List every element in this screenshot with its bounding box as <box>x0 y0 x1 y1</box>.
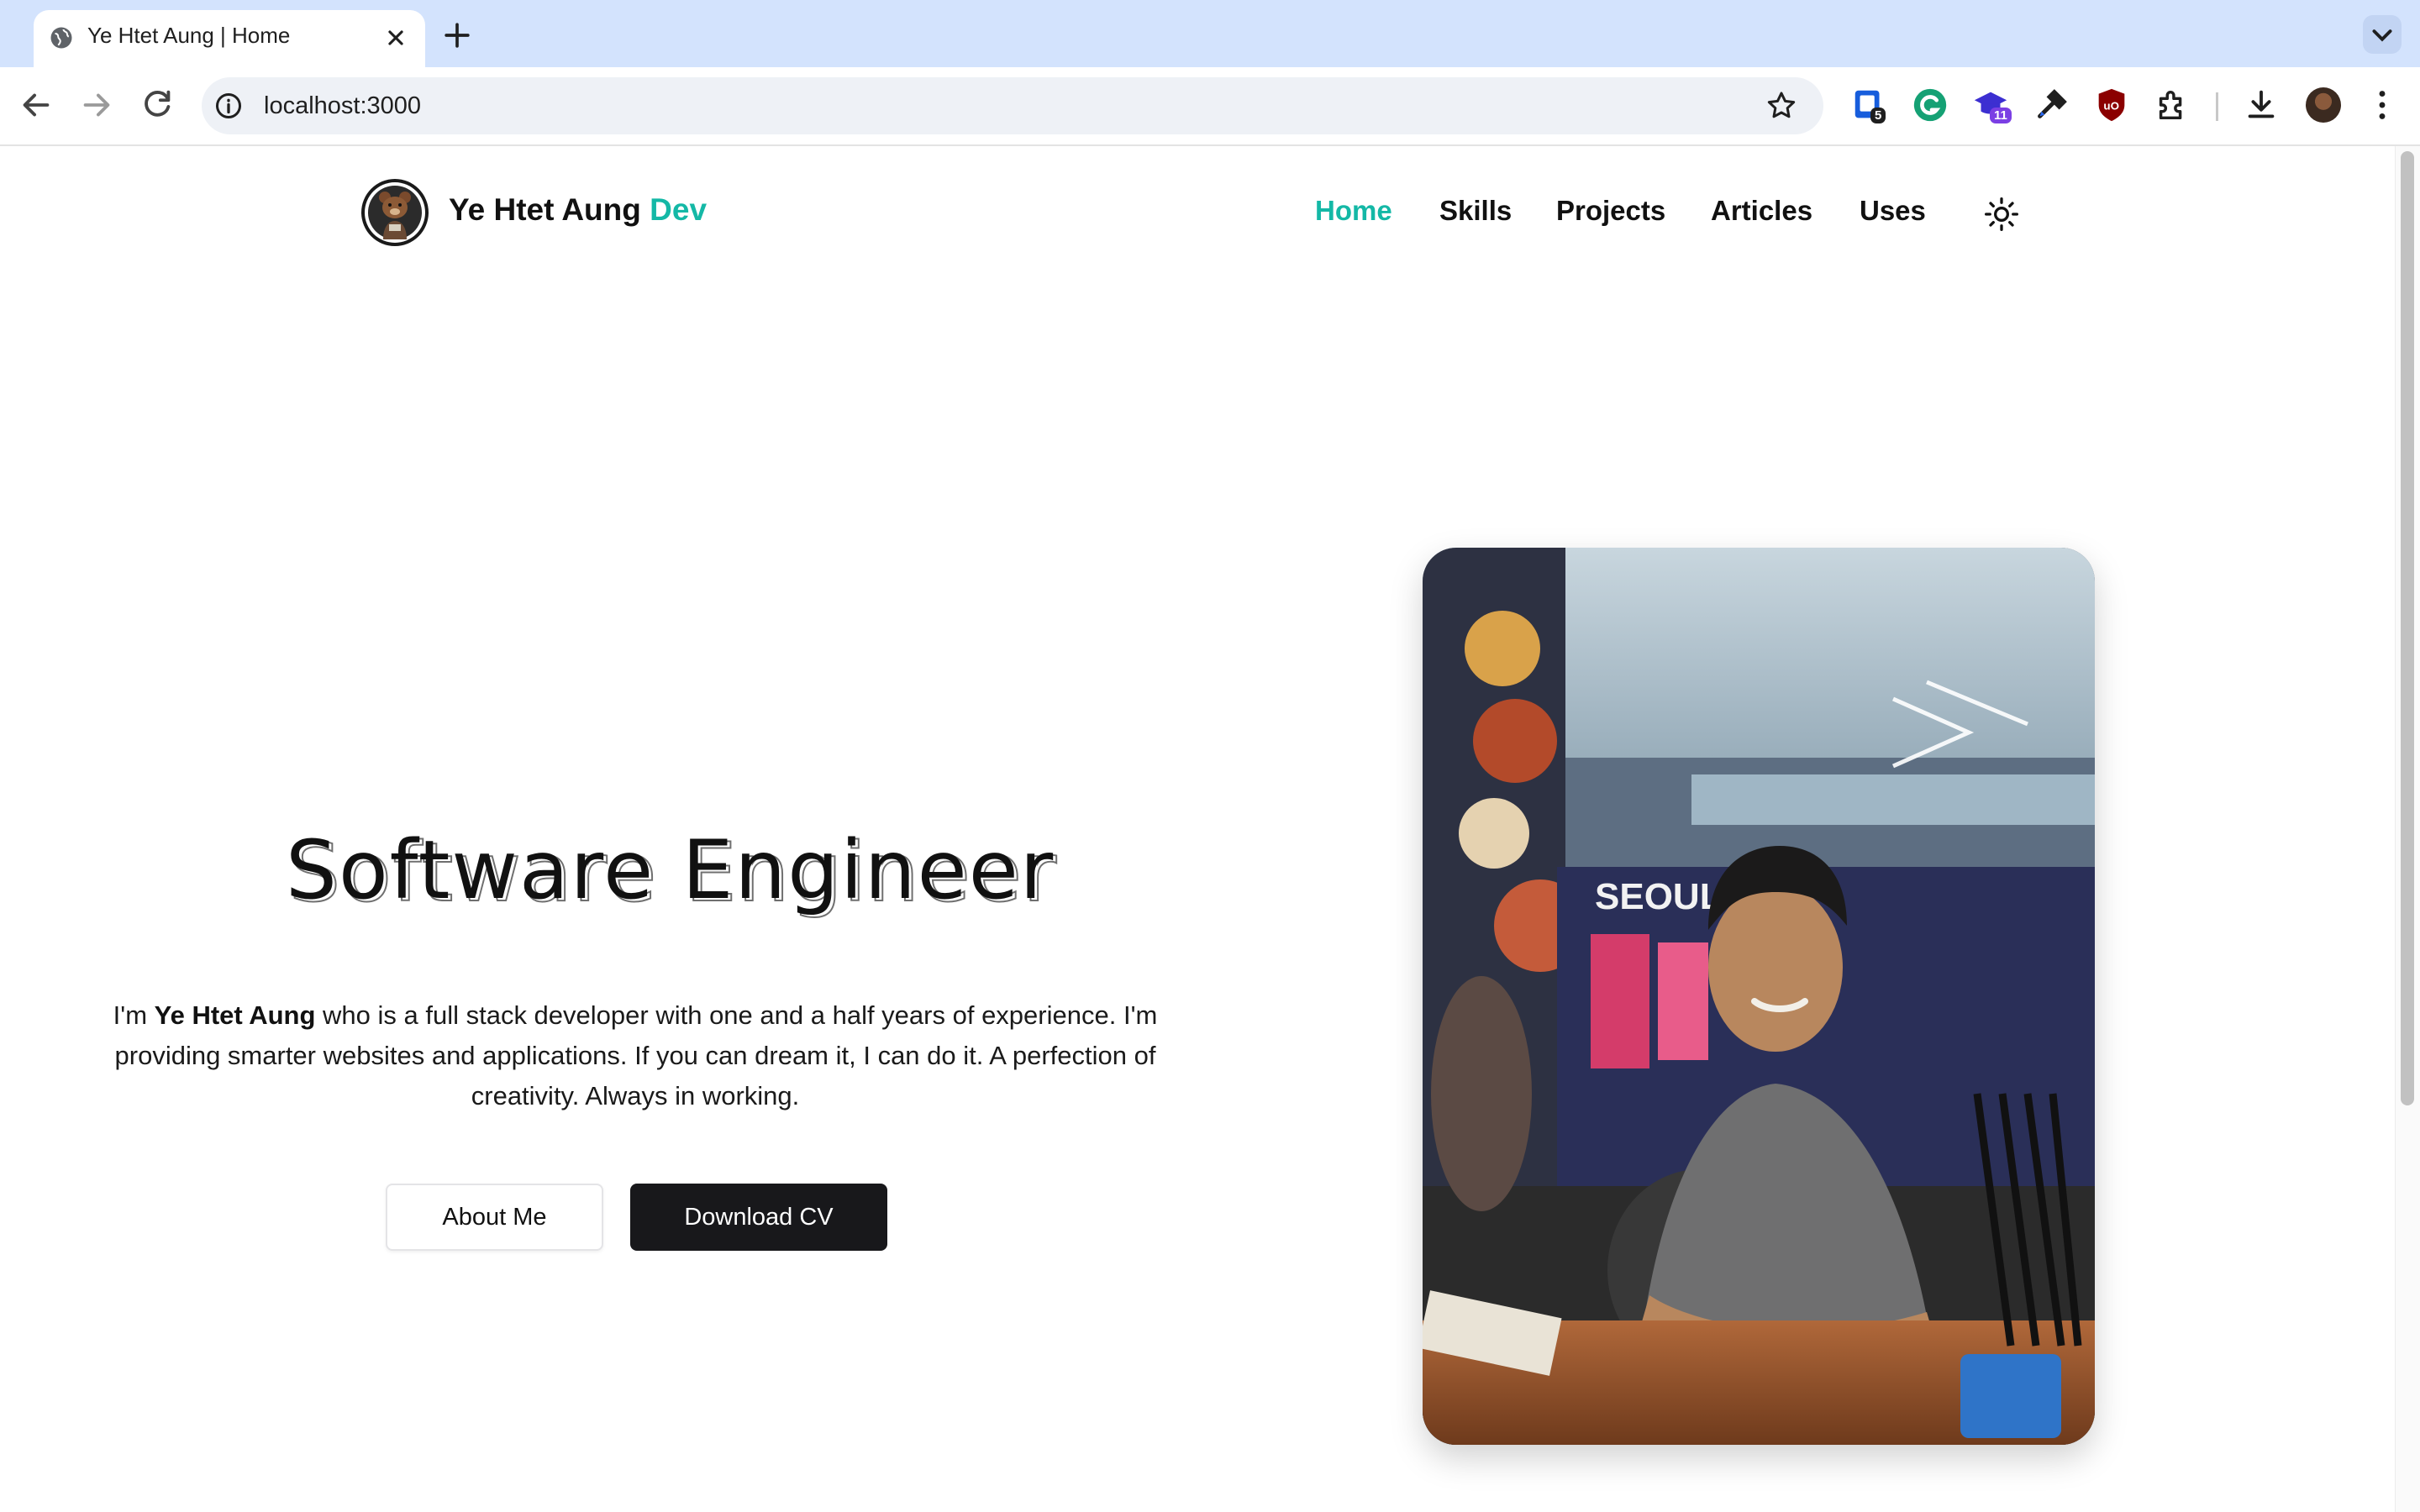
about-me-button[interactable]: About Me <box>386 1184 603 1251</box>
grammarly-icon[interactable] <box>1911 86 1949 124</box>
close-icon[interactable] <box>381 24 410 52</box>
forward-icon[interactable] <box>77 86 116 124</box>
scrollbar-thumb[interactable] <box>2401 151 2414 1105</box>
back-icon[interactable] <box>17 86 55 124</box>
profile-photo: SEOUL <box>1423 548 2095 1445</box>
brand-name-text: Ye Htet Aung <box>449 192 641 227</box>
svg-text:uO: uO <box>2103 100 2119 113</box>
extension-badge: 5 <box>1870 108 1886 123</box>
globe-icon <box>50 27 72 49</box>
nav-skills[interactable]: Skills <box>1439 195 1512 227</box>
toolbar-divider <box>2216 92 2218 121</box>
intro-prefix: I'm <box>113 1000 155 1030</box>
intro-name: Ye Htet Aung <box>154 1000 316 1030</box>
profile-photo-image: SEOUL <box>1423 548 2095 1445</box>
brand-suffix: Dev <box>650 192 708 227</box>
browser-toolbar: localhost:3000 5 11 uO <box>0 67 2420 146</box>
brand-name[interactable]: Ye Htet Aung Dev <box>449 192 707 228</box>
nav-projects[interactable]: Projects <box>1556 195 1665 227</box>
more-menu-icon[interactable] <box>2363 86 2402 124</box>
bookmark-star-icon[interactable] <box>1765 89 1798 123</box>
sun-icon[interactable] <box>1983 196 2020 233</box>
puzzle-piece-icon[interactable] <box>2153 86 2191 124</box>
site-info-icon[interactable] <box>213 91 244 121</box>
browser-tab[interactable]: Ye Htet Aung | Home <box>34 10 425 67</box>
nav-home[interactable]: Home <box>1315 195 1392 227</box>
hero-title: Software Engineer Software Engineer <box>286 823 1057 921</box>
nav-articles[interactable]: Articles <box>1711 195 1812 227</box>
download-icon[interactable] <box>2242 86 2281 124</box>
ublock-shield-icon[interactable]: uO <box>2092 86 2131 124</box>
hero-title-ghost: Software Engineer <box>288 825 1059 921</box>
reload-icon[interactable] <box>138 86 176 124</box>
svg-text:SEOUL: SEOUL <box>1595 876 1723 917</box>
tab-search-button[interactable] <box>2363 15 2402 54</box>
address-bar[interactable]: localhost:3000 <box>202 77 1823 134</box>
url-text[interactable]: localhost:3000 <box>264 92 421 120</box>
bear-logo-icon <box>365 182 425 243</box>
new-tab-icon[interactable] <box>439 17 476 54</box>
logo-avatar[interactable] <box>361 179 429 246</box>
eyedropper-icon[interactable] <box>2032 86 2070 124</box>
profile-avatar[interactable] <box>2306 87 2341 123</box>
nav-uses[interactable]: Uses <box>1860 195 1926 227</box>
extension-badge: 11 <box>1990 108 2012 123</box>
graduation-cap-icon[interactable]: 11 <box>1971 86 2012 124</box>
bitwarden-extension-icon[interactable]: 5 <box>1850 86 1889 124</box>
download-cv-button[interactable]: Download CV <box>630 1184 887 1251</box>
chevron-down-icon <box>2372 29 2392 42</box>
hero-description: I'm Ye Htet Aung who is a full stack dev… <box>92 995 1178 1116</box>
tab-title: Ye Htet Aung | Home <box>87 23 291 48</box>
tab-strip: Ye Htet Aung | Home <box>0 0 2420 67</box>
